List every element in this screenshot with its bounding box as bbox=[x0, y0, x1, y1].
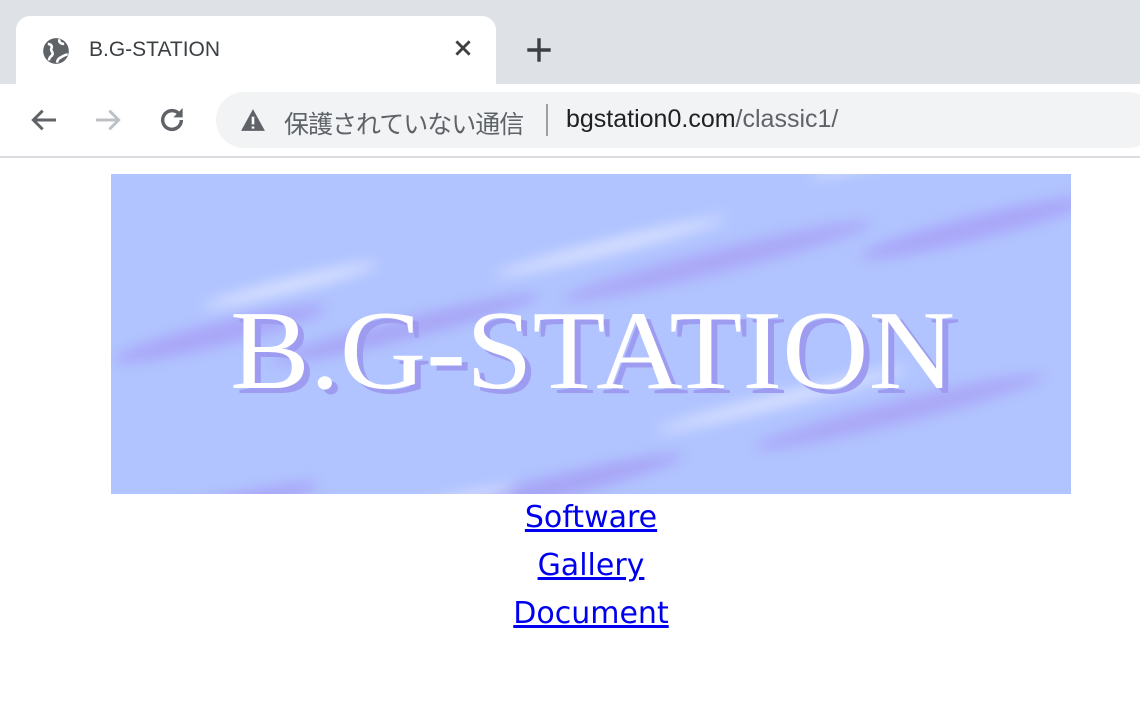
link-software[interactable]: Software bbox=[0, 494, 1140, 542]
url-text[interactable]: bgstation0.com/classic1/ bbox=[566, 105, 838, 134]
new-tab-plus-icon[interactable] bbox=[526, 37, 552, 63]
tab-active[interactable]: B.G-STATION bbox=[16, 16, 496, 84]
tab-title: B.G-STATION bbox=[89, 38, 221, 61]
security-status[interactable]: 保護されていない通信 bbox=[284, 105, 524, 141]
banner-logo-image: B.G-STATION B.G-STATION bbox=[111, 174, 1071, 494]
nav-links: Software Gallery Document bbox=[0, 494, 1140, 638]
divider bbox=[546, 104, 548, 136]
toolbar: 保護されていない通信 bgstation0.com/classic1/ bbox=[0, 84, 1140, 158]
warning-icon[interactable] bbox=[240, 108, 266, 132]
address-bar[interactable]: 保護されていない通信 bgstation0.com/classic1/ bbox=[216, 92, 1140, 148]
svg-text:B.G-STATION: B.G-STATION bbox=[230, 289, 955, 413]
back-arrow-icon[interactable] bbox=[28, 104, 60, 136]
forward-arrow-icon[interactable] bbox=[92, 104, 124, 136]
link-gallery[interactable]: Gallery bbox=[0, 542, 1140, 590]
reload-icon[interactable] bbox=[156, 104, 188, 136]
link-document[interactable]: Document bbox=[0, 590, 1140, 638]
tab-strip: B.G-STATION bbox=[0, 0, 1140, 84]
globe-icon bbox=[43, 38, 69, 64]
close-icon[interactable] bbox=[452, 37, 474, 59]
